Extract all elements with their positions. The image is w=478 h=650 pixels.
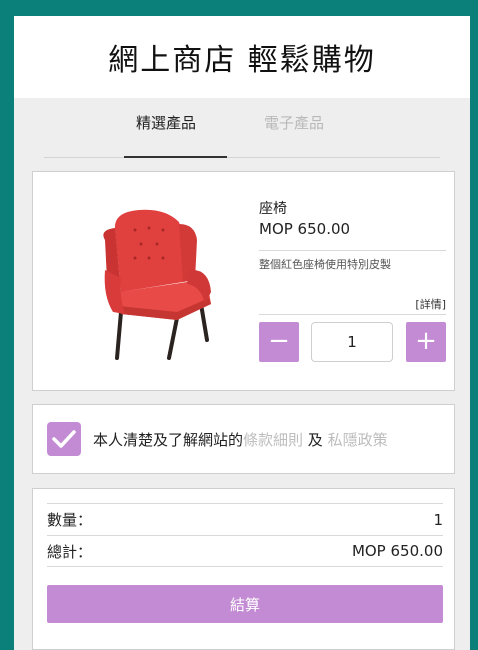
summary-card: 數量： 1 總計： MOP 650.00 結算: [32, 488, 455, 650]
quantity-input[interactable]: [311, 322, 393, 362]
privacy-link[interactable]: 私隱政策: [328, 431, 388, 449]
product-price: MOP 650.00: [259, 220, 351, 238]
decrease-quantity-button[interactable]: −: [259, 322, 299, 362]
active-tab-indicator: [124, 156, 227, 158]
quantity-value: 1: [433, 510, 443, 529]
page-title: 網上商店 輕鬆購物: [108, 43, 376, 78]
product-info: 座椅 MOP 650.00 整個紅色座椅使用特別皮製 [詳情] − +: [259, 172, 446, 390]
quantity-label: 數量：: [47, 511, 93, 529]
increase-quantity-button[interactable]: +: [406, 322, 446, 362]
tab-electronics[interactable]: 電子產品: [264, 112, 324, 133]
tab-bar: 精選產品 電子產品: [44, 98, 440, 158]
details-link[interactable]: [詳情]: [415, 296, 446, 312]
agreement-text: 本人清楚及了解網站的條款細則 及 私隱政策: [93, 429, 388, 450]
product-description: 整個紅色座椅使用特別皮製: [259, 258, 391, 271]
checkmark-icon: [52, 430, 76, 448]
product-card: 座椅 MOP 650.00 整個紅色座椅使用特別皮製 [詳情] − +: [32, 171, 455, 391]
agreement-text-before: 本人清楚及了解網站的: [93, 431, 244, 449]
product-name: 座椅: [259, 201, 287, 217]
agreement-card: 本人清楚及了解網站的條款細則 及 私隱政策: [32, 404, 455, 474]
app-frame: 網上商店 輕鬆購物 精選產品 電子產品 座椅 MOP 650.00 整個紅色座椅…: [14, 16, 470, 650]
divider: [259, 314, 446, 315]
agreement-conjunction: 及: [303, 431, 328, 449]
tab-featured-products[interactable]: 精選產品: [136, 112, 196, 133]
total-value: MOP 650.00: [351, 542, 443, 560]
chair-icon: [103, 209, 211, 360]
quantity-stepper: − +: [259, 322, 446, 362]
total-label: 總計：: [47, 542, 93, 561]
header: 網上商店 輕鬆購物: [14, 16, 470, 98]
divider: [259, 250, 446, 251]
total-row: 總計： MOP 650.00: [47, 535, 443, 567]
checkout-button[interactable]: 結算: [47, 585, 443, 623]
agreement-checkbox[interactable]: [47, 422, 81, 456]
quantity-row: 數量： 1: [47, 503, 443, 535]
product-image: [69, 200, 239, 370]
terms-link[interactable]: 條款細則: [243, 431, 303, 449]
